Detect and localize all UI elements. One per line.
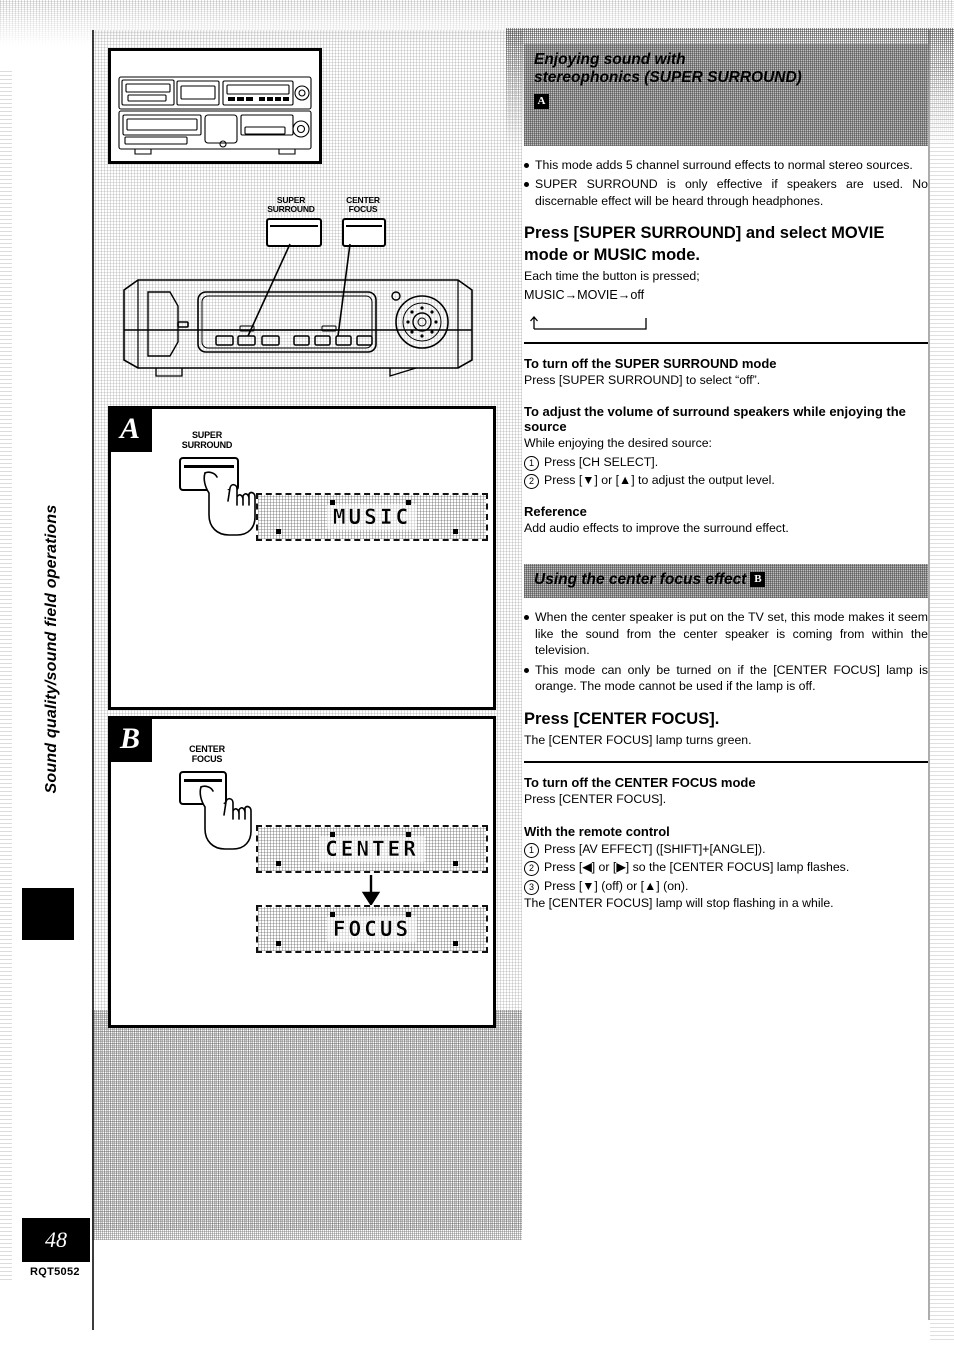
scan-noise-top — [0, 0, 954, 46]
display-indicator — [453, 861, 458, 866]
display-indicator — [276, 529, 281, 534]
heading-badge-b: B — [750, 572, 766, 588]
scan-noise-far-right — [930, 60, 954, 1340]
step-text: Press [◀] or [▶] so the [CENTER FOCUS] l… — [544, 860, 850, 875]
page-number: 48 — [22, 1218, 90, 1262]
panel-b-button-line2: FOCUS — [191, 753, 223, 764]
display-music-text: MUSIC — [326, 504, 418, 530]
heading-line-2: stereophonics (SUPER SURROUND) — [534, 69, 802, 87]
display-indicator — [276, 861, 281, 866]
display-focus-text: FOCUS — [326, 916, 418, 942]
bullet-item: SUPER SURROUND is only effective if spea… — [524, 176, 928, 209]
turn-off-body-ss: Press [SUPER SURROUND] to select “off”. — [524, 372, 761, 387]
page-edge-right — [928, 30, 930, 1320]
stereo-system-icon — [118, 76, 312, 155]
callout-label-super-surround: SUPER SURROUND — [258, 196, 324, 214]
instruction-super-surround: Press [SUPER SURROUND] and select MOVIE … — [524, 224, 885, 264]
step-number: 3 — [524, 879, 539, 895]
heading-line-1: Using the center focus effect — [534, 570, 747, 588]
panel-a-badge: A — [108, 406, 152, 452]
panel-b-button-label: CENTER FOCUS — [167, 744, 247, 765]
heading-badge-a: A — [534, 93, 549, 109]
divider — [524, 341, 928, 344]
callout-label-center-focus: CENTER FOCUS — [336, 196, 390, 214]
bullet-list-center-focus: When the center speaker is put on the TV… — [524, 609, 928, 694]
display-indicator — [406, 912, 411, 917]
instruction-center-focus: Press [CENTER FOCUS]. — [524, 709, 720, 728]
scan-noise-bottom — [92, 1010, 522, 1240]
bullet-item: When the center speaker is put on the TV… — [524, 609, 928, 658]
step-text: Press [CH SELECT]. — [544, 454, 659, 469]
remote-note: The [CENTER FOCUS] lamp will stop flashi… — [524, 896, 834, 911]
adjust-step: 2 Press [▼] or [▲] to adjust the output l… — [524, 471, 928, 490]
panel-a-button-line2: SURROUND — [181, 439, 233, 450]
heading-line-1: Enjoying sound with — [534, 51, 686, 68]
step-text: Press [▼] (off) or [▲] (on). — [544, 878, 689, 893]
adjust-intro: While enjoying the desired source: — [524, 436, 712, 451]
step-number: 2 — [524, 474, 539, 490]
display-music: MUSIC — [256, 493, 488, 541]
display-indicator — [406, 500, 411, 505]
scan-noise-left-edge — [0, 70, 12, 1280]
pointing-hand-icon — [203, 471, 256, 536]
bullet-item: This mode can only be turned on if the [… — [524, 662, 928, 695]
down-arrow-icon — [361, 875, 381, 905]
loop-arrow-icon — [530, 315, 647, 330]
panel-a-illustration-frame: A SUPER SURROUND MUSIC — [108, 406, 496, 710]
turn-off-heading-ss: To turn off the SUPER SURROUND mode — [524, 355, 777, 371]
page-fold-line — [92, 30, 94, 1330]
document-code: RQT5052 — [30, 1266, 80, 1278]
display-indicator — [453, 529, 458, 534]
bullet-item: This mode adds 5 channel surround effect… — [524, 157, 928, 173]
section-heading-super-surround: Enjoying sound with stereophonics (SUPER… — [524, 44, 928, 146]
step-number: 1 — [524, 842, 539, 858]
display-indicator — [406, 832, 411, 837]
each-time-note: Each time the button is pressed; — [524, 269, 700, 284]
pointing-hand-icon — [199, 785, 252, 850]
remote-step: 1 Press [AV EFFECT] ([SHIFT]+[ANGLE]). — [524, 840, 928, 858]
callout-ss-line2: SURROUND — [267, 203, 315, 214]
panel-b-button-line1: CENTER — [189, 744, 225, 754]
panel-a-button-line1: SUPER — [191, 430, 222, 440]
adjust-heading: To adjust the volume of surround speaker… — [524, 404, 906, 435]
reference-body: Add audio effects to improve the surroun… — [524, 521, 789, 536]
display-indicator — [453, 941, 458, 946]
side-tab-label: Sound quality/sound field operations — [43, 504, 60, 794]
remote-heading: With the remote control — [524, 823, 670, 839]
reference-heading: Reference — [524, 504, 587, 520]
remote-step: 2 Press [◀] or [▶] so the [CENTER FOCUS] … — [524, 858, 928, 877]
callout-cf-line2: FOCUS — [348, 203, 378, 214]
step-number: 2 — [524, 861, 539, 877]
instruction-body-center-focus: The [CENTER FOCUS] lamp turns green. — [524, 732, 752, 747]
cycle-loop-arrow — [528, 315, 658, 330]
section-heading-center-focus: Using the center focus effect B — [524, 563, 928, 599]
display-center: CENTER — [256, 825, 488, 873]
side-tab-marker — [22, 888, 74, 940]
mode-cycle: MUSIC→MOVIE→off — [524, 287, 645, 302]
display-indicator — [276, 941, 281, 946]
content-column: Enjoying sound with stereophonics (SUPER… — [524, 44, 928, 913]
top-device-illustration-frame — [108, 48, 322, 164]
display-focus: FOCUS — [256, 905, 488, 953]
turn-off-heading-cf: To turn off the CENTER FOCUS mode — [524, 775, 756, 791]
display-indicator — [330, 500, 335, 505]
display-center-text: CENTER — [319, 836, 425, 862]
step-number: 1 — [524, 455, 539, 471]
turn-off-body-cf: Press [CENTER FOCUS]. — [524, 792, 667, 807]
panel-a-button-label: SUPER SURROUND — [167, 430, 247, 451]
adjust-step: 1 Press [CH SELECT]. — [524, 453, 928, 471]
bullet-list-super-surround: This mode adds 5 channel surround effect… — [524, 157, 928, 209]
display-indicator — [330, 832, 335, 837]
divider — [524, 761, 928, 764]
panel-b-badge: B — [108, 716, 152, 762]
step-text: Press [AV EFFECT] ([SHIFT]+[ANGLE]). — [544, 841, 766, 856]
receiver-front-panel-illustration — [123, 279, 473, 377]
display-indicator — [330, 912, 335, 917]
step-text: Press [▼] or [▲] to adjust the output le… — [544, 473, 775, 488]
panel-b-illustration-frame: B CENTER FOCUS CENTER FOCUS — [108, 716, 496, 1028]
remote-step: 3 Press [▼] (off) or [▲] (on). — [524, 877, 928, 895]
